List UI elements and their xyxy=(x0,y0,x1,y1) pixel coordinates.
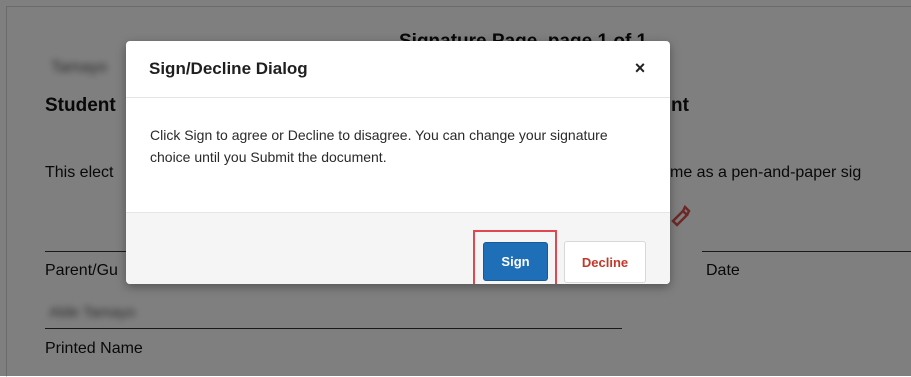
sign-decline-dialog: Sign/Decline Dialog × Click Sign to agre… xyxy=(126,41,670,284)
dialog-header: Sign/Decline Dialog × xyxy=(126,41,670,98)
dialog-title: Sign/Decline Dialog xyxy=(149,59,308,78)
sign-button[interactable]: Sign xyxy=(483,242,548,281)
close-icon[interactable]: × xyxy=(630,58,650,78)
dialog-message: Click Sign to agree or Decline to disagr… xyxy=(150,127,608,165)
dialog-footer: Sign Decline xyxy=(126,213,670,284)
decline-button[interactable]: Decline xyxy=(564,241,646,283)
dialog-body: Click Sign to agree or Decline to disagr… xyxy=(126,98,670,213)
